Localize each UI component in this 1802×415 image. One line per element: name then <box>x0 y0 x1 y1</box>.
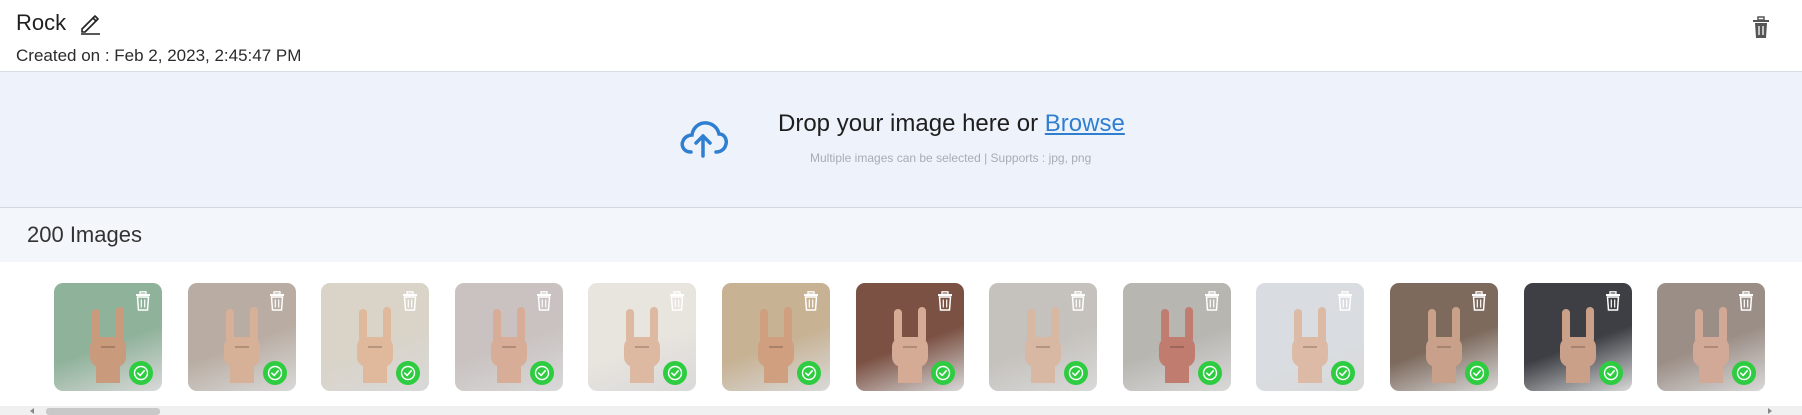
delete-image-trash-icon[interactable] <box>1203 291 1221 311</box>
image-thumbnail[interactable] <box>1122 283 1231 391</box>
delete-image-trash-icon[interactable] <box>1470 291 1488 311</box>
image-thumbnail[interactable] <box>187 283 296 391</box>
upload-hint: Multiple images can be selected | Suppor… <box>810 151 1092 165</box>
browse-link[interactable]: Browse <box>1045 110 1125 137</box>
check-mark-icon <box>400 365 416 381</box>
delete-image-trash-icon[interactable] <box>1604 291 1622 311</box>
check-circle-icon <box>1732 361 1757 385</box>
thumbnail-strip[interactable] <box>0 262 1802 408</box>
pencil-icon[interactable] <box>78 11 102 35</box>
check-circle-icon <box>262 361 287 385</box>
hand-gesture-image <box>1693 307 1730 383</box>
check-mark-icon <box>1469 365 1485 381</box>
image-thumbnail[interactable] <box>989 283 1098 391</box>
scroll-right-arrow-icon[interactable] <box>1768 408 1772 414</box>
delete-image-trash-icon[interactable] <box>802 291 820 311</box>
images-count: 200 Images <box>27 222 142 247</box>
delete-image-trash-icon[interactable] <box>1336 291 1354 311</box>
hand-gesture-image <box>1158 307 1195 383</box>
delete-image-trash-icon[interactable] <box>401 291 419 311</box>
hand-gesture-image <box>1559 307 1596 383</box>
image-thumbnail[interactable] <box>1657 283 1766 391</box>
check-mark-icon <box>668 365 683 381</box>
check-mark-icon <box>1736 365 1752 381</box>
image-thumbnail[interactable] <box>1256 283 1365 391</box>
hand-gesture-image <box>758 307 794 383</box>
horizontal-scrollbar[interactable] <box>0 406 1802 415</box>
drop-text: Drop your image here or <box>778 110 1045 137</box>
image-thumbnail[interactable] <box>54 283 162 391</box>
image-thumbnail[interactable] <box>588 283 697 391</box>
check-mark-icon <box>267 365 282 381</box>
check-circle-icon <box>529 361 554 385</box>
scrollbar-thumb[interactable] <box>46 408 160 415</box>
delete-image-trash-icon[interactable] <box>1737 291 1755 311</box>
check-circle-icon <box>396 361 421 385</box>
collection-title: Rock <box>16 10 67 35</box>
title-row: Rock <box>16 10 102 36</box>
check-mark-icon <box>1202 365 1217 381</box>
check-mark-icon <box>935 365 950 381</box>
check-circle-icon <box>930 361 955 385</box>
image-thumbnail[interactable] <box>454 283 563 391</box>
check-circle-icon <box>1465 361 1489 385</box>
image-thumbnail[interactable] <box>1390 283 1498 391</box>
hand-gesture-image <box>1426 307 1462 383</box>
check-mark-icon <box>1336 365 1351 381</box>
hand-gesture-image <box>223 307 260 383</box>
check-circle-icon <box>1197 361 1222 385</box>
check-mark-icon <box>1603 365 1618 381</box>
delete-collection-trash-icon[interactable] <box>1750 16 1772 40</box>
delete-image-trash-icon[interactable] <box>936 291 954 311</box>
collection-header: Rock Created on : Feb 2, 2023, 2:45:47 P… <box>0 0 1802 72</box>
upload-dropzone[interactable]: Drop your image here or Browse Multiple … <box>0 72 1802 208</box>
delete-image-trash-icon[interactable] <box>134 291 152 311</box>
cloud-upload-icon <box>680 121 728 158</box>
image-thumbnail[interactable] <box>855 283 964 391</box>
images-count-bar: 200 Images <box>0 208 1802 262</box>
image-thumbnail[interactable] <box>1523 283 1632 391</box>
created-date: Created on : Feb 2, 2023, 2:45:47 PM <box>16 46 302 65</box>
check-circle-icon <box>1598 361 1623 385</box>
scroll-left-arrow-icon[interactable] <box>30 408 34 414</box>
check-mark-icon <box>534 365 549 381</box>
delete-image-trash-icon[interactable] <box>535 291 553 311</box>
hand-gesture-image <box>90 307 126 383</box>
check-mark-icon <box>801 365 817 381</box>
check-circle-icon <box>797 361 821 385</box>
check-circle-icon <box>1064 361 1089 385</box>
image-thumbnail[interactable] <box>321 283 430 391</box>
delete-image-trash-icon[interactable] <box>668 291 686 311</box>
drop-instruction: Drop your image here or Browse <box>778 110 1125 138</box>
check-circle-icon <box>129 361 153 385</box>
hand-gesture-image <box>490 307 527 383</box>
delete-image-trash-icon[interactable] <box>1069 291 1087 311</box>
hand-gesture-image <box>624 307 661 383</box>
check-mark-icon <box>1068 365 1084 381</box>
hand-gesture-image <box>1025 307 1062 383</box>
check-mark-icon <box>133 365 149 381</box>
delete-image-trash-icon[interactable] <box>268 291 286 311</box>
hand-gesture-image <box>357 307 394 383</box>
hand-gesture-image <box>891 307 928 383</box>
image-thumbnail[interactable] <box>722 283 830 391</box>
hand-gesture-image <box>1292 307 1329 383</box>
